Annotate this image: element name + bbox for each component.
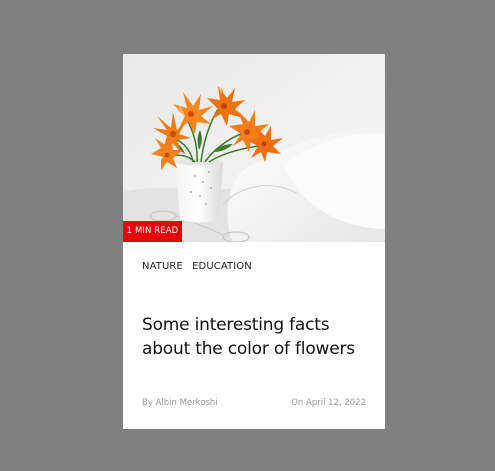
article-card[interactable]: 1 MIN READ NATURE EDUCATION Some interes… xyxy=(123,54,385,429)
article-date: On April 12, 2022 xyxy=(291,398,366,408)
article-hero-image[interactable] xyxy=(123,54,385,242)
article-title[interactable]: Some interesting facts about the color o… xyxy=(142,313,374,361)
tag-nature[interactable]: NATURE xyxy=(142,261,183,272)
tag-education[interactable]: EDUCATION xyxy=(192,261,252,272)
article-author: By Albin Merkoshi xyxy=(142,398,218,408)
category-tags: NATURE EDUCATION xyxy=(142,261,258,272)
read-time-badge: 1 MIN READ xyxy=(123,221,182,242)
